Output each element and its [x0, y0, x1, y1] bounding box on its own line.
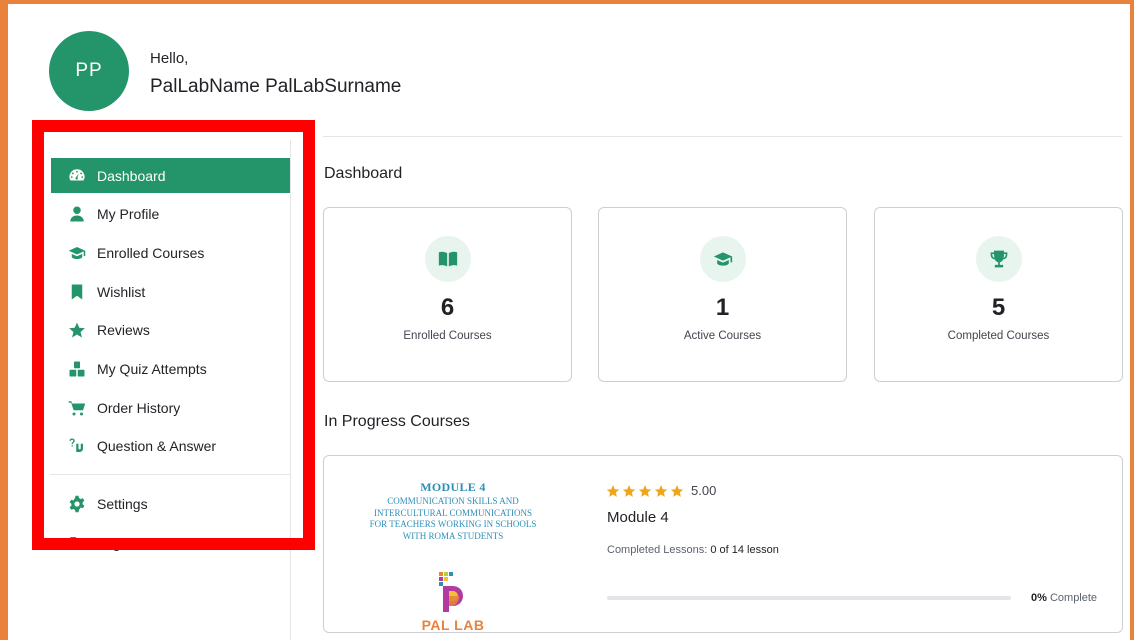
star-icon	[622, 484, 636, 497]
course-progress-bar	[607, 596, 1011, 600]
sidebar-item-wishlist[interactable]: Wishlist	[51, 272, 290, 311]
avatar[interactable]: PP	[49, 31, 129, 111]
sidebar-item-label: Order History	[97, 399, 181, 416]
star-icon	[654, 484, 668, 497]
sidebar-item-label: Wishlist	[97, 283, 146, 300]
sidebar-item-label: My Quiz Attempts	[97, 361, 207, 378]
sidebar-item-label: Reviews	[97, 322, 150, 339]
window-left-border	[0, 0, 8, 640]
window-top-border	[0, 0, 1134, 17]
bookmark-icon	[67, 282, 87, 302]
sidebar-divider	[290, 140, 291, 640]
window-right-border	[1130, 0, 1134, 640]
quiz-blocks-icon	[67, 359, 87, 379]
star-icon	[638, 484, 652, 497]
completed-lessons: Completed Lessons: 0 of 14 lesson	[607, 544, 779, 556]
star-icon	[670, 484, 684, 497]
graduation-cap-icon	[699, 236, 746, 282]
gear-icon	[67, 494, 87, 514]
graduation-cap-icon	[67, 243, 87, 263]
sidebar-item-settings[interactable]: Settings	[51, 485, 290, 524]
stat-card-completed: 5 Completed Courses	[874, 207, 1123, 382]
sidebar-item-label: Logout	[97, 534, 140, 551]
sidebar-item-quiz-attempts[interactable]: My Quiz Attempts	[51, 350, 290, 389]
star-icon	[606, 484, 620, 497]
progress-complete-text: 0% Complete	[1031, 592, 1097, 604]
sidebar-item-my-profile[interactable]: My Profile	[51, 195, 290, 234]
thumb-line: FOR TEACHERS WORKING IN SCHOOLS	[369, 519, 537, 529]
course-thumbnail[interactable]: MODULE 4 COMMUNICATION SKILLS AND INTERC…	[333, 480, 573, 640]
stat-value: 6	[440, 294, 455, 321]
sidebar-item-label: Settings	[97, 496, 148, 513]
greeting: Hello,	[150, 50, 189, 67]
course-title[interactable]: Module 4	[607, 509, 669, 526]
sidebar-item-reviews[interactable]: Reviews	[51, 311, 290, 350]
trophy-icon	[975, 236, 1022, 282]
cart-icon	[67, 398, 87, 418]
stat-label: Completed Courses	[947, 330, 1050, 342]
dashboard-title: Dashboard	[324, 165, 403, 182]
thumb-line: WITH ROMA STUDENTS	[402, 530, 504, 541]
sidebar-item-label: Enrolled Courses	[97, 245, 205, 262]
sidebar-item-enrolled-courses[interactable]: Enrolled Courses	[51, 234, 290, 273]
sidebar-item-order-history[interactable]: Order History	[51, 388, 290, 427]
sidebar-item-label: Question & Answer	[97, 438, 217, 455]
thumb-line: COMMUNICATION SKILLS AND	[387, 496, 519, 506]
in-progress-title: In Progress Courses	[324, 413, 470, 430]
thumb-brand: PAL LAB	[421, 617, 485, 633]
sidebar-item-logout[interactable]: Logout	[51, 524, 290, 563]
stat-value: 5	[991, 294, 1006, 321]
thumb-module: MODULE 4	[420, 480, 486, 494]
avatar-initials: PP	[75, 60, 103, 81]
book-open-icon	[424, 236, 471, 282]
sidebar-separator	[50, 473, 290, 475]
header-divider	[323, 136, 1122, 137]
sidebar-item-dashboard[interactable]: Dashboard	[51, 158, 290, 193]
sidebar-nav: Dashboard My Profile Enrolled Courses Wi…	[50, 158, 290, 563]
user-icon	[67, 204, 87, 224]
user-full-name: PalLabName PalLabSurname	[150, 76, 402, 97]
star-icon	[67, 320, 87, 340]
question-answer-icon	[67, 436, 87, 456]
stat-card-active: 1 Active Courses	[598, 207, 847, 382]
progress-value: 0%	[1031, 592, 1047, 604]
logout-icon	[67, 533, 87, 553]
lessons-value: 0 of 14 lesson	[710, 544, 779, 556]
stat-value: 1	[715, 294, 730, 321]
stat-label: Active Courses	[683, 330, 762, 342]
sidebar-item-label: My Profile	[97, 206, 160, 223]
stat-card-enrolled: 6 Enrolled Courses	[323, 207, 572, 382]
dashboard-gauge-icon	[67, 166, 87, 186]
progress-suffix: Complete	[1049, 592, 1098, 604]
lessons-label: Completed Lessons:	[607, 544, 708, 556]
rating-value: 5.00	[691, 483, 717, 498]
course-rating: 5.00	[606, 483, 716, 498]
thumb-line: INTERCULTURAL COMMUNICATIONS	[373, 507, 533, 518]
sidebar-item-question-answer[interactable]: Question & Answer	[51, 427, 290, 466]
stat-label: Enrolled Courses	[403, 330, 492, 342]
pal-lab-logo-icon	[435, 570, 471, 614]
sidebar-item-label: Dashboard	[97, 167, 166, 184]
